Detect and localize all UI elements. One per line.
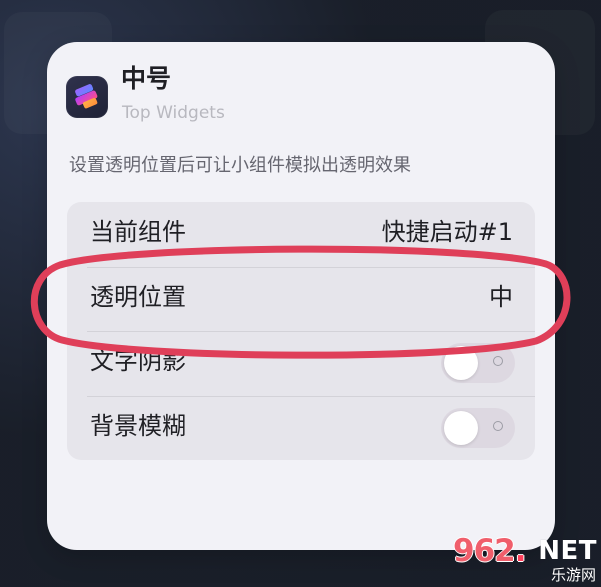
toggle-knob — [444, 410, 478, 445]
transparent-position-label: 透明位置 — [90, 282, 186, 311]
widget-description: 设置透明位置后可让小组件模拟出透明效果 — [69, 155, 411, 176]
current-widget-label: 当前组件 — [90, 218, 186, 246]
toggle-off-indicator-icon — [493, 356, 503, 366]
widget-settings-card: 中号 Top Widgets 设置透明位置后可让小组件模拟出透明效果 当前组件 … — [47, 42, 555, 550]
setting-row-background-blur: 背景模糊 — [67, 395, 535, 461]
settings-group: 当前组件 快捷启动#1 透明位置 中 文字阴影 背景模糊 — [67, 202, 535, 460]
app-name: Top Widgets — [122, 103, 225, 123]
current-widget-value: 快捷启动#1 — [381, 218, 513, 246]
background-blur-label: 背景模糊 — [90, 411, 186, 440]
toggle-off-indicator-icon — [493, 420, 503, 431]
background-blur-toggle[interactable] — [441, 407, 515, 448]
setting-row-current-widget[interactable]: 当前组件 快捷启动#1 — [67, 202, 535, 267]
text-shadow-toggle[interactable] — [441, 343, 515, 383]
text-shadow-label: 文字阴影 — [90, 347, 186, 375]
setting-row-transparent-position[interactable]: 透明位置 中 — [67, 266, 535, 332]
setting-row-text-shadow: 文字阴影 — [67, 331, 535, 396]
transparent-position-value: 中 — [489, 282, 513, 311]
widget-size-title: 中号 — [121, 64, 172, 93]
stacked-cards-app-icon — [66, 76, 108, 118]
toggle-knob — [444, 346, 478, 380]
